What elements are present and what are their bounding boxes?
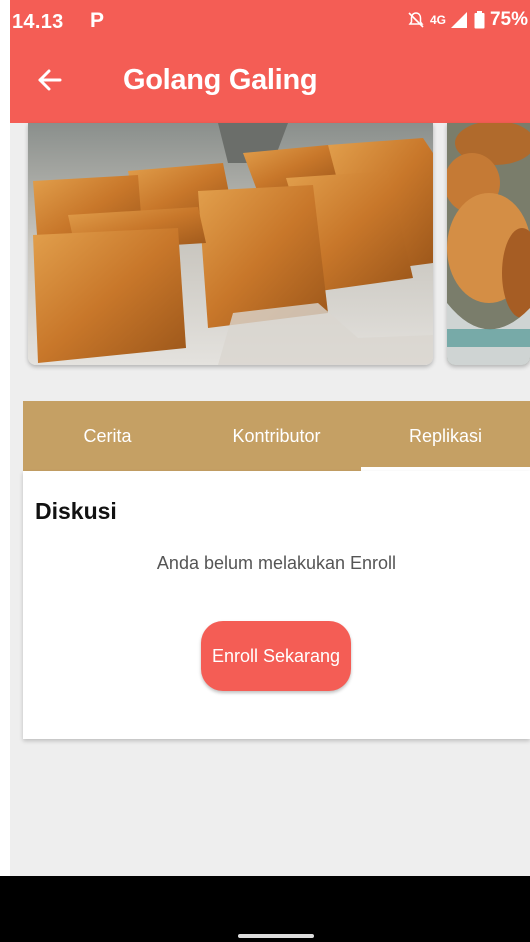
food-image-main[interactable]	[28, 123, 433, 365]
system-nav-bar	[0, 876, 530, 942]
status-icons: 4G 75%	[407, 9, 528, 31]
tab-label: Kontributor	[232, 425, 321, 446]
screen-edge	[0, 0, 10, 876]
tab-replikasi[interactable]: Replikasi	[361, 401, 530, 471]
discussion-panel: Diskusi Anda belum melakukan Enroll Enro…	[23, 471, 530, 739]
fried-snack-photo	[28, 123, 433, 365]
status-time: 14.13	[12, 11, 64, 33]
image-carousel[interactable]	[10, 123, 530, 373]
parking-notification-icon: P	[90, 9, 105, 32]
status-bar: 14.13 P 4G 75%	[10, 0, 530, 42]
network-type: 4G	[429, 13, 446, 27]
discussion-heading: Diskusi	[35, 498, 117, 524]
tab-cerita[interactable]: Cerita	[23, 401, 192, 471]
tab-label: Replikasi	[408, 425, 483, 446]
enroll-now-button[interactable]: Enroll Sekarang	[201, 621, 351, 691]
enroll-notice: Anda belum melakukan Enroll	[156, 553, 397, 573]
tab-kontributor[interactable]: Kontributor	[192, 401, 361, 471]
fried-dough-photo	[447, 123, 530, 365]
signal-icon	[450, 12, 467, 28]
battery-percent: 75%	[489, 9, 528, 30]
tab-bar: Cerita Kontributor Replikasi	[23, 401, 530, 471]
food-image-next[interactable]	[447, 123, 530, 365]
page-title: Golang Galing	[123, 64, 318, 96]
silent-mode-icon	[408, 12, 424, 28]
tab-label: Cerita	[83, 425, 132, 446]
home-gesture-handle[interactable]	[238, 934, 314, 938]
app-bar: Golang Galing	[10, 42, 530, 123]
back-arrow-icon[interactable]	[34, 64, 66, 96]
app-screen: 14.13 P 4G 75% Golang Galing Cerita Kont…	[10, 0, 530, 942]
battery-icon	[474, 11, 485, 29]
